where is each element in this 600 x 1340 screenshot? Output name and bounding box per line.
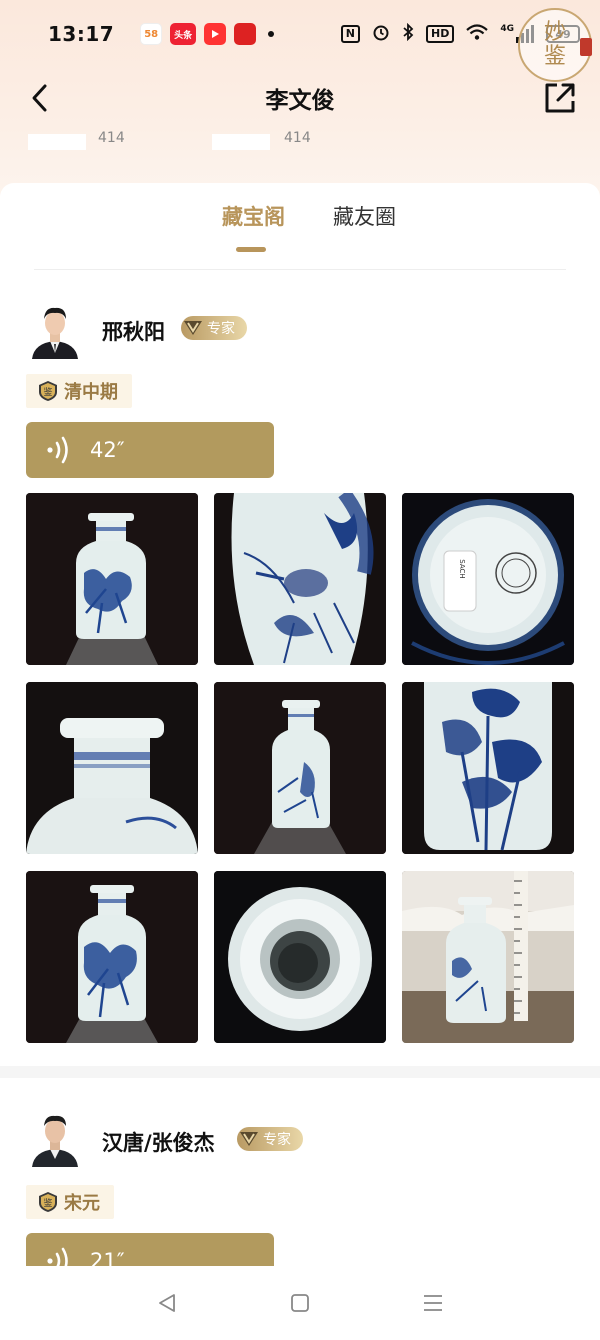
wifi-icon: [466, 23, 489, 45]
content-card: 藏宝阁 藏友圈 邢秋阳 专家 鉴 清中期 42″ SACH 汉唐/张俊杰 专家 …: [0, 183, 600, 1340]
svg-text:鉴: 鉴: [43, 386, 52, 398]
bluetooth-icon: [402, 22, 414, 45]
photo-vase-front-2[interactable]: [26, 871, 198, 1043]
voice-wave-icon: [46, 435, 74, 465]
era-tag: 鉴 清中期: [26, 374, 132, 408]
verified-v-icon: [237, 1127, 261, 1151]
share-icon: [545, 83, 575, 113]
triangle-back-icon: [158, 1294, 175, 1312]
voice-duration: 42″: [90, 438, 125, 462]
post-separator: [0, 1066, 600, 1078]
photo-vase-with-ruler[interactable]: [402, 871, 574, 1043]
photo-grid: SACH: [26, 493, 576, 1043]
photo-vase-detail-bird[interactable]: [214, 493, 386, 665]
app-toutiao-icon: 头条: [170, 23, 197, 45]
author-name[interactable]: 邢秋阳: [102, 316, 165, 346]
photo-vase-mouth-top[interactable]: [214, 871, 386, 1043]
appraisal-seal-icon: 鉴: [38, 1191, 58, 1213]
hd-icon: HD: [426, 25, 455, 43]
menu-lines-icon: [424, 1295, 443, 1311]
photo-vase-base-mark[interactable]: SACH: [402, 493, 574, 665]
chevron-left-icon: [32, 84, 47, 112]
back-button[interactable]: [22, 80, 58, 116]
verified-v-icon: [181, 316, 205, 340]
avatar[interactable]: [28, 1109, 82, 1167]
square-home-icon: [291, 1294, 309, 1312]
status-time: 13:17: [48, 22, 115, 46]
nfc-icon: N: [340, 25, 360, 43]
photo-vase-front[interactable]: [26, 493, 198, 665]
tab-friends[interactable]: 藏友圈: [333, 201, 396, 231]
page-header: 李文俊: [0, 68, 600, 128]
photo-vase-lotus-detail[interactable]: [402, 682, 574, 854]
alarm-icon: [372, 23, 390, 45]
author-name[interactable]: 汉唐/张俊杰: [102, 1127, 215, 1157]
stat-1: 414: [98, 130, 125, 146]
avatar[interactable]: [28, 301, 82, 359]
share-button[interactable]: [540, 78, 580, 118]
svg-text:鉴: 鉴: [43, 1197, 52, 1209]
app-video-icon: [204, 23, 227, 45]
tab-indicator: [236, 247, 266, 252]
status-app-icons: 58 头条: [140, 23, 275, 45]
stats-row: 414 414: [0, 128, 600, 154]
page-title: 李文俊: [265, 88, 335, 114]
tab-bar: 藏宝阁 藏友圈: [0, 201, 600, 271]
app-58-icon: 58: [140, 23, 163, 45]
nav-menu-button[interactable]: [413, 1283, 453, 1323]
tab-treasure[interactable]: 藏宝阁: [222, 201, 285, 231]
divider: [34, 269, 566, 270]
photo-vase-side[interactable]: [214, 682, 386, 854]
expert-badge: 专家: [237, 1127, 303, 1151]
voice-message[interactable]: 42″: [26, 422, 274, 478]
stat-2: 414: [284, 130, 311, 146]
svg-text:SACH: SACH: [458, 559, 466, 578]
nav-home-button[interactable]: [280, 1283, 320, 1323]
status-bar: 13:17 58 头条 N HD 4G 49: [0, 0, 600, 68]
appraisal-seal-icon: 鉴: [38, 380, 58, 402]
expert-badge: 专家: [181, 316, 247, 340]
system-nav-bar: [0, 1266, 600, 1340]
nav-back-button[interactable]: [147, 1283, 187, 1323]
notification-dot: [268, 31, 275, 37]
photo-vase-neck-closeup[interactable]: [26, 682, 198, 854]
app-game-icon: [234, 23, 257, 45]
era-tag: 鉴 宋元: [26, 1185, 114, 1219]
